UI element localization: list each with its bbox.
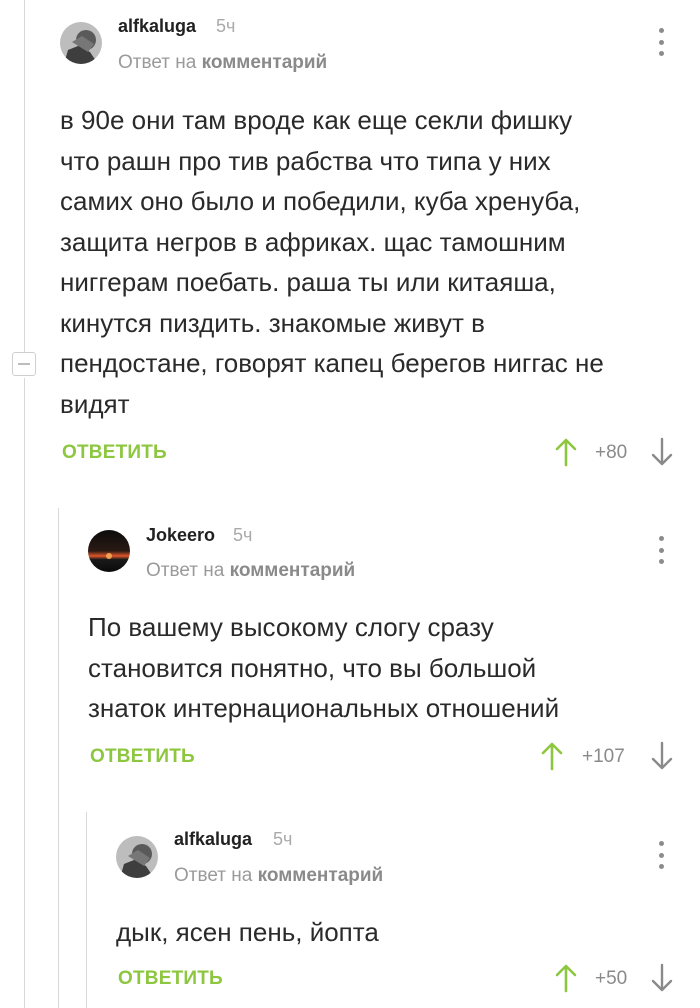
reply-target-link[interactable]: комментарий	[258, 865, 384, 886]
thread-line-level-2	[86, 812, 87, 1008]
more-menu-icon[interactable]	[656, 536, 666, 564]
username[interactable]: alfkaluga	[174, 829, 252, 850]
upvote-icon[interactable]	[541, 741, 563, 771]
reply-to-label: Ответ на комментарий	[174, 865, 383, 887]
upvote-icon[interactable]	[555, 963, 577, 993]
rating-value: +80	[595, 442, 628, 463]
comment-time: 5ч	[273, 829, 293, 849]
rating-value: +50	[595, 968, 628, 989]
reply-target-link[interactable]: комментарий	[230, 560, 356, 581]
reply-target-link[interactable]: комментарий	[202, 52, 328, 73]
user-avatar-icon[interactable]	[60, 22, 102, 64]
user-avatar-icon[interactable]	[116, 836, 158, 878]
comment-time: 5ч	[216, 16, 236, 36]
reply-to-label: Ответ на комментарий	[118, 52, 327, 74]
collapse-thread-button[interactable]	[12, 352, 36, 376]
thread-line-root-lower	[24, 378, 25, 1008]
reply-button[interactable]: ОТВЕТИТЬ	[62, 442, 167, 464]
reply-prefix: Ответ на	[174, 865, 253, 886]
upvote-icon[interactable]	[555, 437, 577, 467]
downvote-icon[interactable]	[651, 437, 673, 467]
thread-line-level-1	[58, 508, 59, 1008]
sunset-avatar-icon[interactable]	[88, 530, 130, 572]
thread-line-root	[24, 0, 25, 352]
comment-time: 5ч	[233, 525, 253, 545]
more-menu-icon[interactable]	[656, 841, 666, 869]
comment-text: дык, ясен пень, йопта	[116, 917, 379, 947]
rating-value: +107	[582, 746, 625, 767]
reply-button[interactable]: ОТВЕТИТЬ	[118, 968, 223, 990]
downvote-icon[interactable]	[651, 741, 673, 771]
comment-text: По вашему высокому слогу сразу становитс…	[88, 612, 560, 723]
comment-text: в 90е они там вроде как еще секли фишку …	[60, 105, 604, 419]
downvote-icon[interactable]	[651, 963, 673, 993]
reply-prefix: Ответ на	[118, 52, 197, 73]
reply-to-label: Ответ на комментарий	[146, 560, 355, 582]
reply-button[interactable]: ОТВЕТИТЬ	[90, 746, 195, 768]
more-menu-icon[interactable]	[656, 28, 666, 56]
username[interactable]: Jokeero	[146, 525, 215, 546]
reply-prefix: Ответ на	[146, 560, 225, 581]
username[interactable]: alfkaluga	[118, 16, 196, 37]
